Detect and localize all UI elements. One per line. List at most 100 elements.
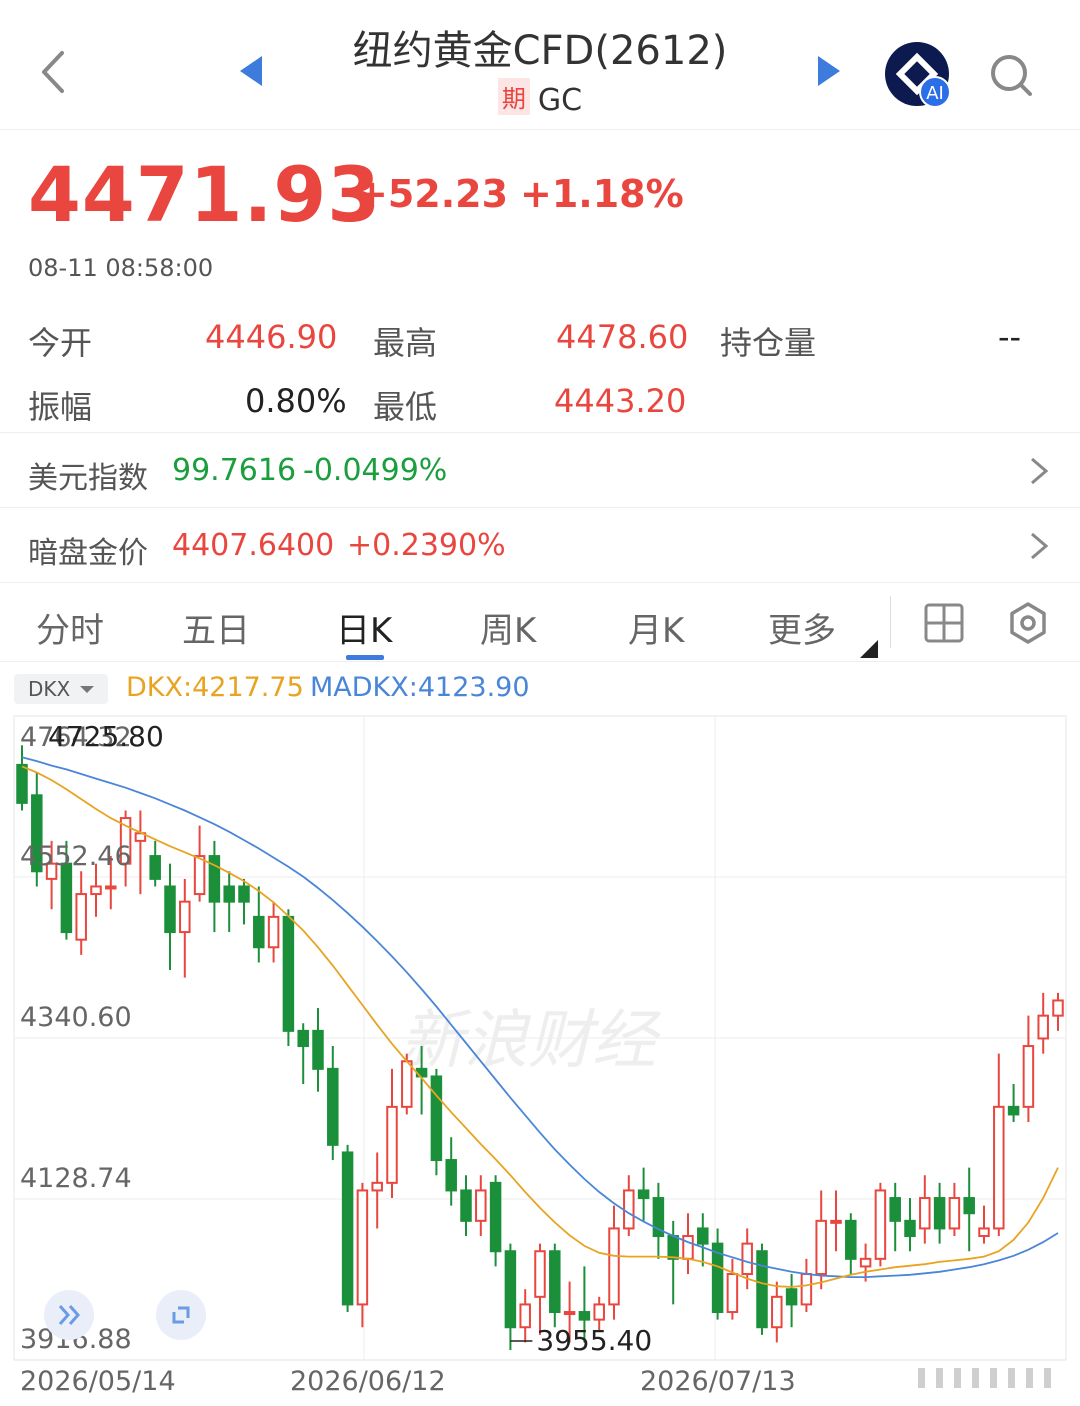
candle-body bbox=[830, 1219, 842, 1224]
open-label: 今开 bbox=[28, 324, 93, 362]
candle-body bbox=[963, 1197, 975, 1215]
search-icon[interactable] bbox=[988, 52, 1034, 98]
candle-body bbox=[489, 1181, 502, 1253]
candle-body bbox=[800, 1273, 813, 1306]
candle-body bbox=[282, 915, 295, 1032]
candle-body bbox=[978, 1227, 990, 1238]
candle-body bbox=[771, 1295, 783, 1329]
madkx-value: MADKX:4123.90 bbox=[310, 672, 530, 703]
candle-body bbox=[637, 1189, 650, 1200]
candle-body bbox=[1052, 999, 1064, 1017]
candle-body bbox=[563, 1311, 576, 1316]
watermark-text: 新浪财经 bbox=[400, 1004, 662, 1078]
candle-body bbox=[889, 1197, 901, 1222]
tab-daily-k[interactable]: 日K bbox=[336, 603, 392, 652]
candle-body bbox=[105, 885, 117, 890]
candle-body bbox=[815, 1219, 827, 1276]
tab-weekly-k[interactable]: 周K bbox=[480, 603, 536, 652]
amplitude-value: 0.80% bbox=[245, 382, 347, 420]
y-tick-label: 4340.60 bbox=[20, 1002, 132, 1033]
tab-intraday[interactable]: 分时 bbox=[36, 603, 104, 652]
candle-body bbox=[401, 1060, 413, 1108]
period-tabs: 分时 五日 日K 周K 月K 更多 bbox=[0, 582, 1080, 662]
min-price-label: 3955.40 bbox=[536, 1324, 652, 1357]
candle-body bbox=[327, 1067, 339, 1146]
settings-gear-icon[interactable] bbox=[1006, 601, 1050, 645]
candle-body bbox=[445, 1159, 457, 1192]
tab-five-day[interactable]: 五日 bbox=[182, 603, 250, 652]
price-change: +52.23 bbox=[356, 172, 509, 216]
usd-index-value: 99.7616 bbox=[172, 453, 297, 488]
fullscreen-icon bbox=[172, 1306, 190, 1324]
candle-body bbox=[845, 1219, 857, 1260]
candle-body bbox=[993, 1105, 1005, 1230]
candle-body bbox=[60, 862, 73, 934]
last-price: 4471.93 bbox=[28, 150, 382, 239]
candle-body bbox=[608, 1227, 620, 1306]
x-tick-label: 2026/07/13 bbox=[640, 1366, 796, 1397]
tab-more[interactable]: 更多 bbox=[768, 603, 836, 652]
candle-body bbox=[238, 885, 250, 903]
low-value: 4443.20 bbox=[554, 382, 687, 420]
candle-body bbox=[904, 1219, 916, 1238]
dark-pool-gold-row[interactable]: 暗盘金价 4407.6400 +0.2390% bbox=[0, 507, 1080, 582]
scroll-handle-bar bbox=[918, 1368, 925, 1388]
y-tick-label: 4128.74 bbox=[20, 1163, 132, 1194]
candle-body bbox=[267, 915, 280, 949]
candle-body bbox=[356, 1189, 369, 1306]
candle-body bbox=[1037, 1014, 1049, 1040]
scroll-handle-bar bbox=[1044, 1368, 1051, 1388]
indicator-selector[interactable]: DKX bbox=[14, 674, 108, 704]
high-label: 最高 bbox=[373, 324, 438, 362]
dark-pool-value: 4407.6400 bbox=[172, 528, 335, 563]
open-value: 4446.90 bbox=[205, 318, 338, 356]
futures-tag: 期 bbox=[497, 78, 530, 115]
ai-assistant-button[interactable]: AI bbox=[885, 42, 951, 108]
x-tick-label: 2026/06/12 bbox=[290, 1366, 446, 1397]
max-price-label: 4725.80 bbox=[48, 720, 164, 753]
open-interest-label: 持仓量 bbox=[720, 324, 817, 362]
candle-body bbox=[756, 1250, 768, 1329]
scroll-handle-bar bbox=[1008, 1368, 1015, 1388]
amplitude-label: 振幅 bbox=[28, 388, 93, 426]
candle-body bbox=[312, 1029, 324, 1070]
low-label: 最低 bbox=[373, 388, 438, 426]
candle-body bbox=[519, 1303, 531, 1329]
scroll-handle-bar bbox=[1026, 1368, 1033, 1388]
tab-monthly-k[interactable]: 月K bbox=[628, 603, 684, 652]
candle-body bbox=[697, 1227, 709, 1245]
candle-body bbox=[460, 1189, 472, 1222]
candle-body bbox=[371, 1181, 383, 1192]
usd-index-pct: -0.0499% bbox=[303, 453, 448, 488]
contract-code: GC bbox=[537, 83, 583, 118]
candle-body bbox=[534, 1250, 546, 1298]
candle-body bbox=[919, 1197, 931, 1230]
layout-grid-icon[interactable] bbox=[924, 603, 964, 643]
expand-left-button[interactable] bbox=[44, 1290, 94, 1340]
scroll-handle-bar bbox=[954, 1368, 961, 1388]
candle-body bbox=[90, 885, 102, 896]
candle-body bbox=[948, 1197, 961, 1230]
header-bar: 纽约黄金CFD(2612) 期 GC AI bbox=[0, 0, 1080, 130]
candle-body bbox=[149, 855, 161, 880]
x-tick-label: 2026/05/14 bbox=[20, 1366, 176, 1397]
candle-body bbox=[578, 1311, 591, 1321]
candle-body bbox=[874, 1189, 887, 1260]
y-tick-label: 4552.46 bbox=[20, 841, 132, 872]
chevron-down-icon bbox=[80, 686, 94, 693]
fullscreen-button[interactable] bbox=[156, 1290, 206, 1340]
candle-body bbox=[341, 1151, 354, 1306]
candle-body bbox=[253, 915, 265, 949]
candle-body bbox=[726, 1273, 739, 1314]
candle-body bbox=[16, 763, 28, 804]
open-interest-value: -- bbox=[998, 318, 1022, 356]
next-contract-icon[interactable] bbox=[818, 56, 840, 86]
candle-body bbox=[504, 1250, 517, 1329]
candle-body bbox=[667, 1235, 679, 1260]
double-chevron-right-icon bbox=[58, 1305, 81, 1325]
candle-body bbox=[593, 1303, 605, 1321]
candle-body bbox=[75, 893, 87, 941]
indicator-selector-label: DKX bbox=[28, 677, 71, 701]
usd-index-row[interactable]: 美元指数 99.7616 -0.0499% bbox=[0, 432, 1080, 507]
candle-body bbox=[164, 885, 176, 934]
